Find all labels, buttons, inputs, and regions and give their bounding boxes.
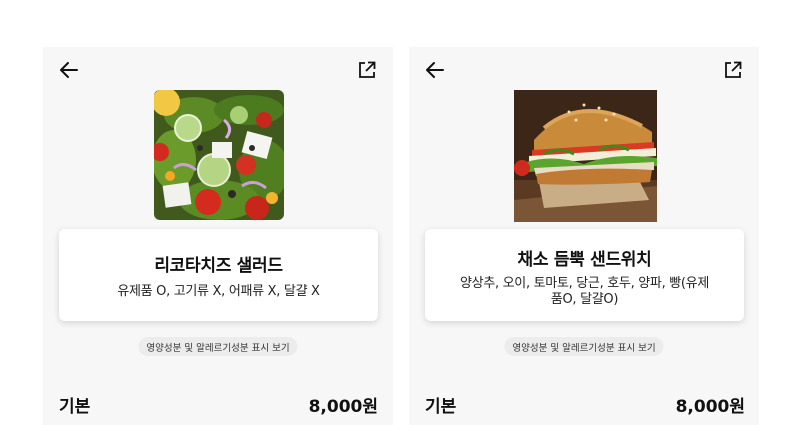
- option-label: 기본: [59, 397, 91, 417]
- salad-photo: [154, 90, 284, 220]
- menu-detail-panel-sandwich: 채소 듬뿍 샌드위치 양상추, 오이, 토마토, 당근, 호두, 양파, 빵(유…: [409, 47, 759, 425]
- share-external-icon[interactable]: [356, 59, 378, 81]
- option-price: 8,000원: [675, 397, 745, 417]
- share-external-icon[interactable]: [722, 59, 744, 81]
- nutrition-allergy-button[interactable]: 영양성분 및 알레르기성분 표시 보기: [504, 337, 664, 356]
- dish-description: 양상추, 오이, 토마토, 당근, 호두, 양파, 빵(유제품O, 달걀O): [460, 276, 709, 307]
- option-price: 8,000원: [308, 397, 378, 417]
- nutrition-allergy-button[interactable]: 영양성분 및 알레르기성분 표시 보기: [138, 337, 298, 356]
- dish-description: 유제품 O, 고기류 X, 어패류 X, 달걀 X: [117, 284, 320, 299]
- option-label: 기본: [425, 397, 457, 417]
- dish-info-card: 리코타치즈 샐러드 유제품 O, 고기류 X, 어패류 X, 달걀 X: [59, 229, 378, 321]
- dish-name: 리코타치즈 샐러드: [154, 256, 283, 276]
- menu-detail-panel-salad: 리코타치즈 샐러드 유제품 O, 고기류 X, 어패류 X, 달걀 X 영양성분…: [43, 47, 393, 425]
- sandwich-photo: [514, 90, 657, 222]
- back-arrow-icon[interactable]: [58, 59, 80, 81]
- dish-name: 채소 듬뿍 샌드위치: [517, 250, 652, 270]
- dish-info-card: 채소 듬뿍 샌드위치 양상추, 오이, 토마토, 당근, 호두, 양파, 빵(유…: [425, 229, 744, 321]
- back-arrow-icon[interactable]: [424, 59, 446, 81]
